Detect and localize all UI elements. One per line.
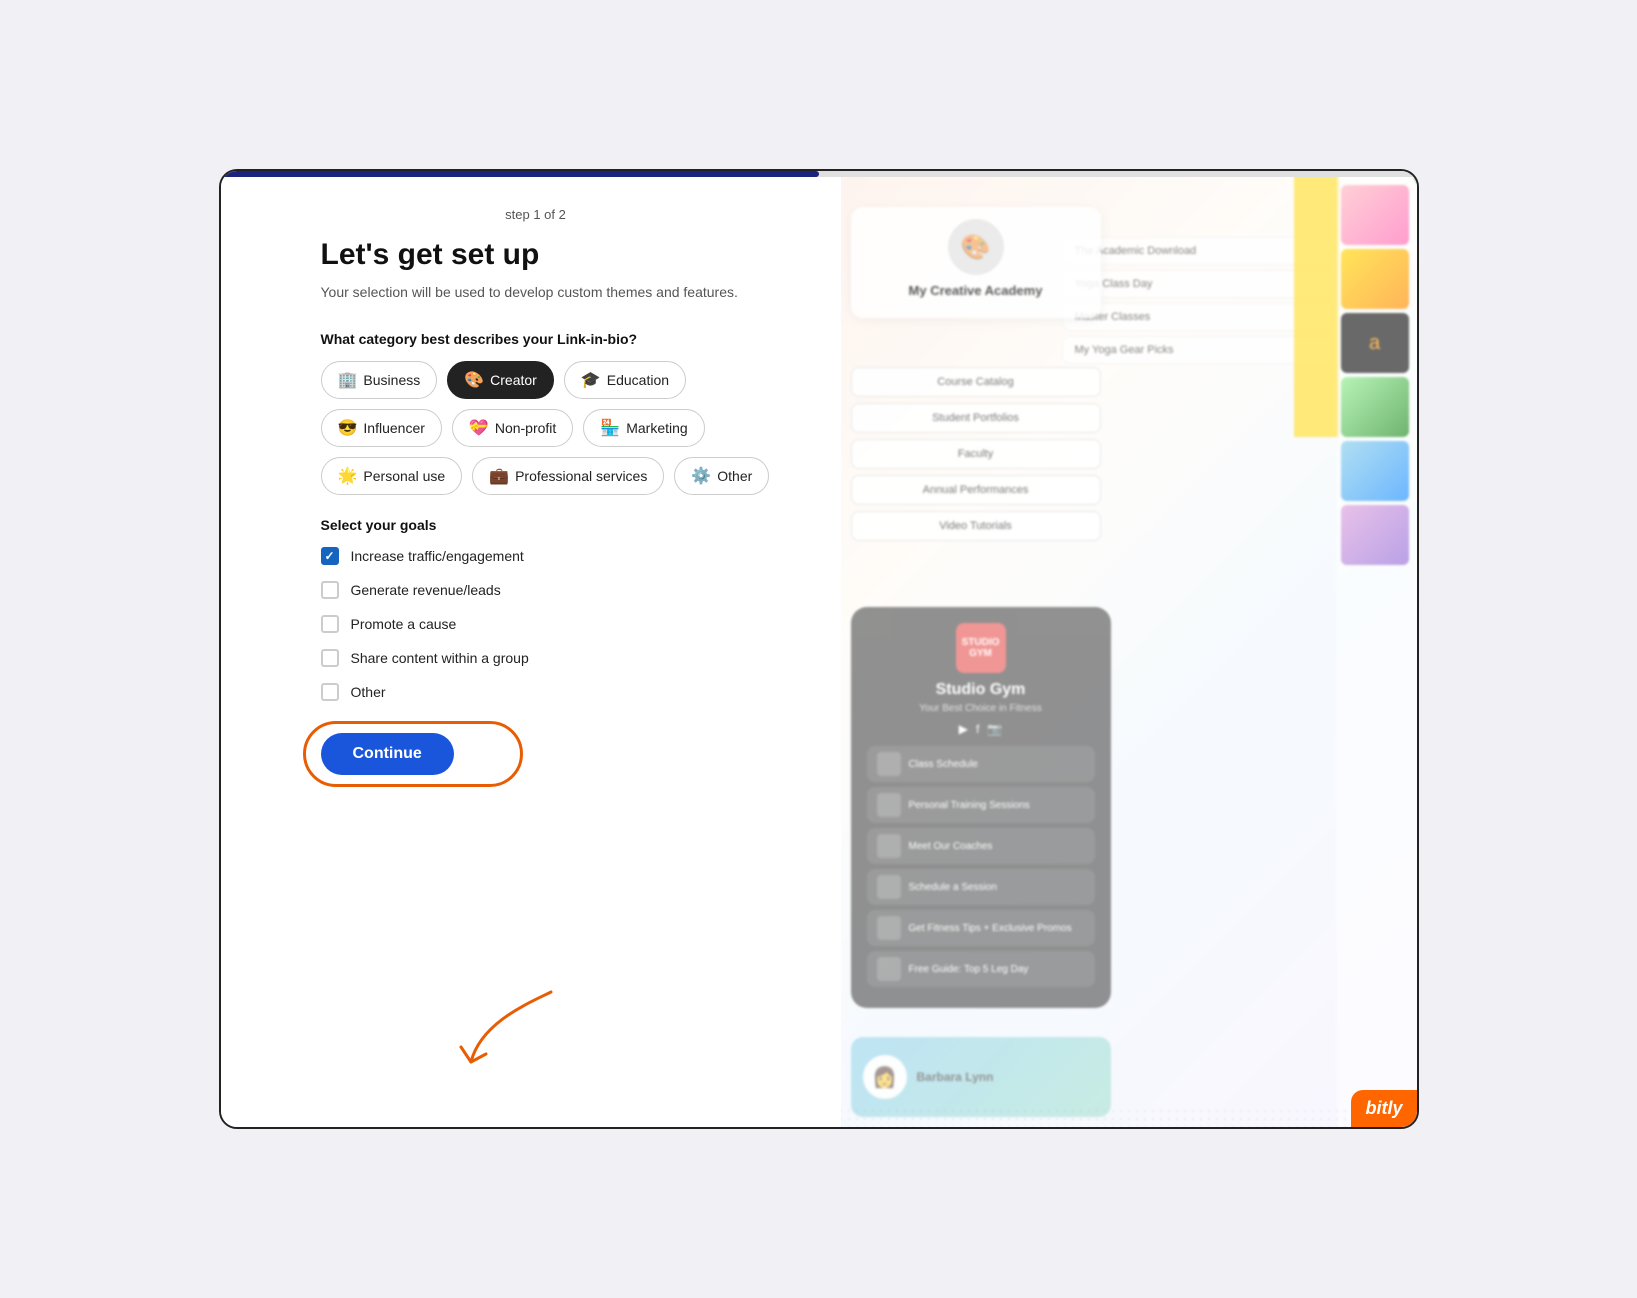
goal-item-traffic[interactable]: Increase traffic/engagement (321, 547, 791, 565)
business-emoji: 🏢 (338, 370, 358, 390)
influencer-label: Influencer (363, 420, 424, 436)
goals-section: Select your goals Increase traffic/engag… (321, 517, 791, 701)
education-label: Education (607, 372, 669, 388)
goals-section-label: Select your goals (321, 517, 791, 533)
checkbox-cause[interactable] (321, 615, 339, 633)
checkbox-other-goal[interactable] (321, 683, 339, 701)
checkbox-traffic[interactable] (321, 547, 339, 565)
marketing-emoji: 🏪 (600, 418, 620, 438)
category-btn-creator[interactable]: 🎨 Creator (447, 361, 554, 399)
goal-item-cause[interactable]: Promote a cause (321, 615, 791, 633)
goal-traffic-label: Increase traffic/engagement (351, 548, 524, 564)
form-subtitle: Your selection will be used to develop c… (321, 282, 791, 303)
business-label: Business (363, 372, 420, 388)
category-btn-personal[interactable]: 🌟 Personal use (321, 457, 463, 495)
form-title: Let's get set up (321, 238, 791, 272)
category-btn-influencer[interactable]: 😎 Influencer (321, 409, 442, 447)
goal-share-label: Share content within a group (351, 650, 529, 666)
checkbox-share[interactable] (321, 649, 339, 667)
category-btn-marketing[interactable]: 🏪 Marketing (583, 409, 704, 447)
continue-button[interactable]: Continue (321, 733, 454, 775)
category-btn-business[interactable]: 🏢 Business (321, 361, 438, 399)
goal-item-share[interactable]: Share content within a group (321, 649, 791, 667)
bitly-logo: bitly (1351, 1090, 1416, 1127)
category-btn-other[interactable]: ⚙️ Other (674, 457, 769, 495)
creator-emoji: 🎨 (464, 370, 484, 390)
professional-emoji: 💼 (489, 466, 509, 486)
other-category-emoji: ⚙️ (691, 466, 711, 486)
goal-cause-label: Promote a cause (351, 616, 457, 632)
category-btn-education[interactable]: 🎓 Education (564, 361, 686, 399)
left-panel: step 1 of 2 Let's get set up Your select… (221, 177, 841, 1127)
influencer-emoji: 😎 (338, 418, 358, 438)
professional-label: Professional services (515, 468, 647, 484)
category-btn-professional[interactable]: 💼 Professional services (472, 457, 664, 495)
category-btn-nonprofit[interactable]: 💝 Non-profit (452, 409, 573, 447)
personal-emoji: 🌟 (338, 466, 358, 486)
checkbox-revenue[interactable] (321, 581, 339, 599)
goal-item-revenue[interactable]: Generate revenue/leads (321, 581, 791, 599)
step-label: step 1 of 2 (281, 207, 791, 222)
arrow-annotation (451, 982, 581, 1072)
app-frame: step 1 of 2 Let's get set up Your select… (219, 169, 1419, 1129)
right-panel: The Academic Download Yoga Class Day Mas… (841, 177, 1417, 1127)
goal-revenue-label: Generate revenue/leads (351, 582, 501, 598)
personal-label: Personal use (363, 468, 445, 484)
nonprofit-emoji: 💝 (469, 418, 489, 438)
goal-other-label: Other (351, 684, 386, 700)
category-section-label: What category best describes your Link-i… (321, 331, 791, 347)
other-category-label: Other (717, 468, 752, 484)
marketing-label: Marketing (626, 420, 687, 436)
nonprofit-label: Non-profit (495, 420, 556, 436)
category-grid: 🏢 Business 🎨 Creator 🎓 Education 😎 Influ… (321, 361, 791, 495)
creator-label: Creator (490, 372, 537, 388)
main-content-area: step 1 of 2 Let's get set up Your select… (221, 177, 1417, 1127)
education-emoji: 🎓 (581, 370, 601, 390)
goal-item-other-goal[interactable]: Other (321, 683, 791, 701)
blur-overlay (841, 177, 1417, 1127)
